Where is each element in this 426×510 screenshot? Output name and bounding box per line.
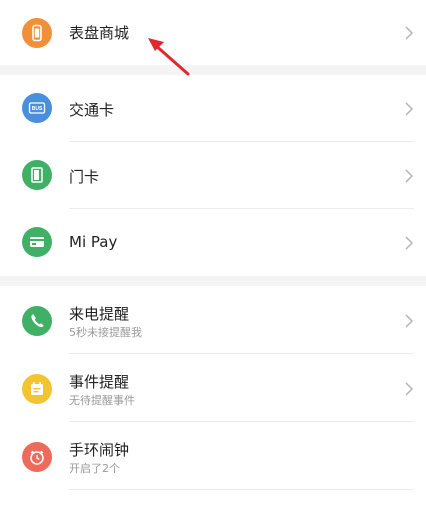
group-reminders: 来电提醒 5秒未接提醒我 事件提醒 无待提醒事件 手环闹钟 开启了2个	[0, 286, 426, 510]
menu-item-call-reminder[interactable]: 来电提醒 5秒未接提醒我	[0, 286, 426, 354]
bus-badge-text: BUS	[32, 106, 43, 112]
menu-item-event-reminder[interactable]: 事件提醒 无待提醒事件	[0, 354, 426, 422]
menu-item-band-alarm[interactable]: 手环闹钟 开启了2个	[0, 422, 426, 490]
menu-item-label: 来电提醒	[69, 305, 130, 323]
calendar-icon	[22, 374, 52, 404]
menu-item-mi-pay[interactable]: Mi Pay	[0, 209, 426, 276]
menu-item-sublabel: 无待提醒事件	[69, 394, 135, 407]
door-icon	[22, 160, 52, 190]
menu-item-door-card[interactable]: 门卡	[0, 142, 426, 209]
settings-page: 表盘商城 BUS 交通卡 门卡 Mi Pay 来电提醒 5秒未接提醒我 事件提醒…	[0, 0, 426, 510]
menu-item-sublabel: 开启了2个	[69, 462, 120, 475]
wallet-card-icon	[22, 227, 52, 257]
menu-item-watchface-store[interactable]: 表盘商城	[0, 0, 426, 65]
divider	[69, 489, 414, 490]
group-watchface: 表盘商城	[0, 0, 426, 65]
chevron-right-icon	[404, 101, 414, 117]
menu-item-label: 交通卡	[69, 101, 115, 119]
menu-item-sublabel: 5秒未接提醒我	[69, 326, 142, 339]
chevron-right-icon	[404, 168, 414, 184]
menu-item-label: 门卡	[69, 168, 100, 186]
phone-icon	[22, 306, 52, 336]
menu-item-label: 手环闹钟	[69, 441, 130, 459]
red-arrow-annotation	[148, 38, 190, 76]
chevron-right-icon	[404, 313, 414, 329]
group-cards: BUS 交通卡 门卡 Mi Pay	[0, 75, 426, 276]
menu-item-label: 事件提醒	[69, 373, 130, 391]
menu-item-transit-card[interactable]: BUS 交通卡	[0, 75, 426, 142]
alarm-clock-icon	[22, 442, 52, 472]
menu-item-label: Mi Pay	[69, 233, 118, 251]
chevron-right-icon	[404, 25, 414, 41]
chevron-right-icon	[404, 235, 414, 251]
menu-item-label: 表盘商城	[69, 24, 130, 42]
chevron-right-icon	[404, 381, 414, 397]
bus-card-icon: BUS	[22, 93, 52, 123]
watch-icon	[22, 18, 52, 48]
